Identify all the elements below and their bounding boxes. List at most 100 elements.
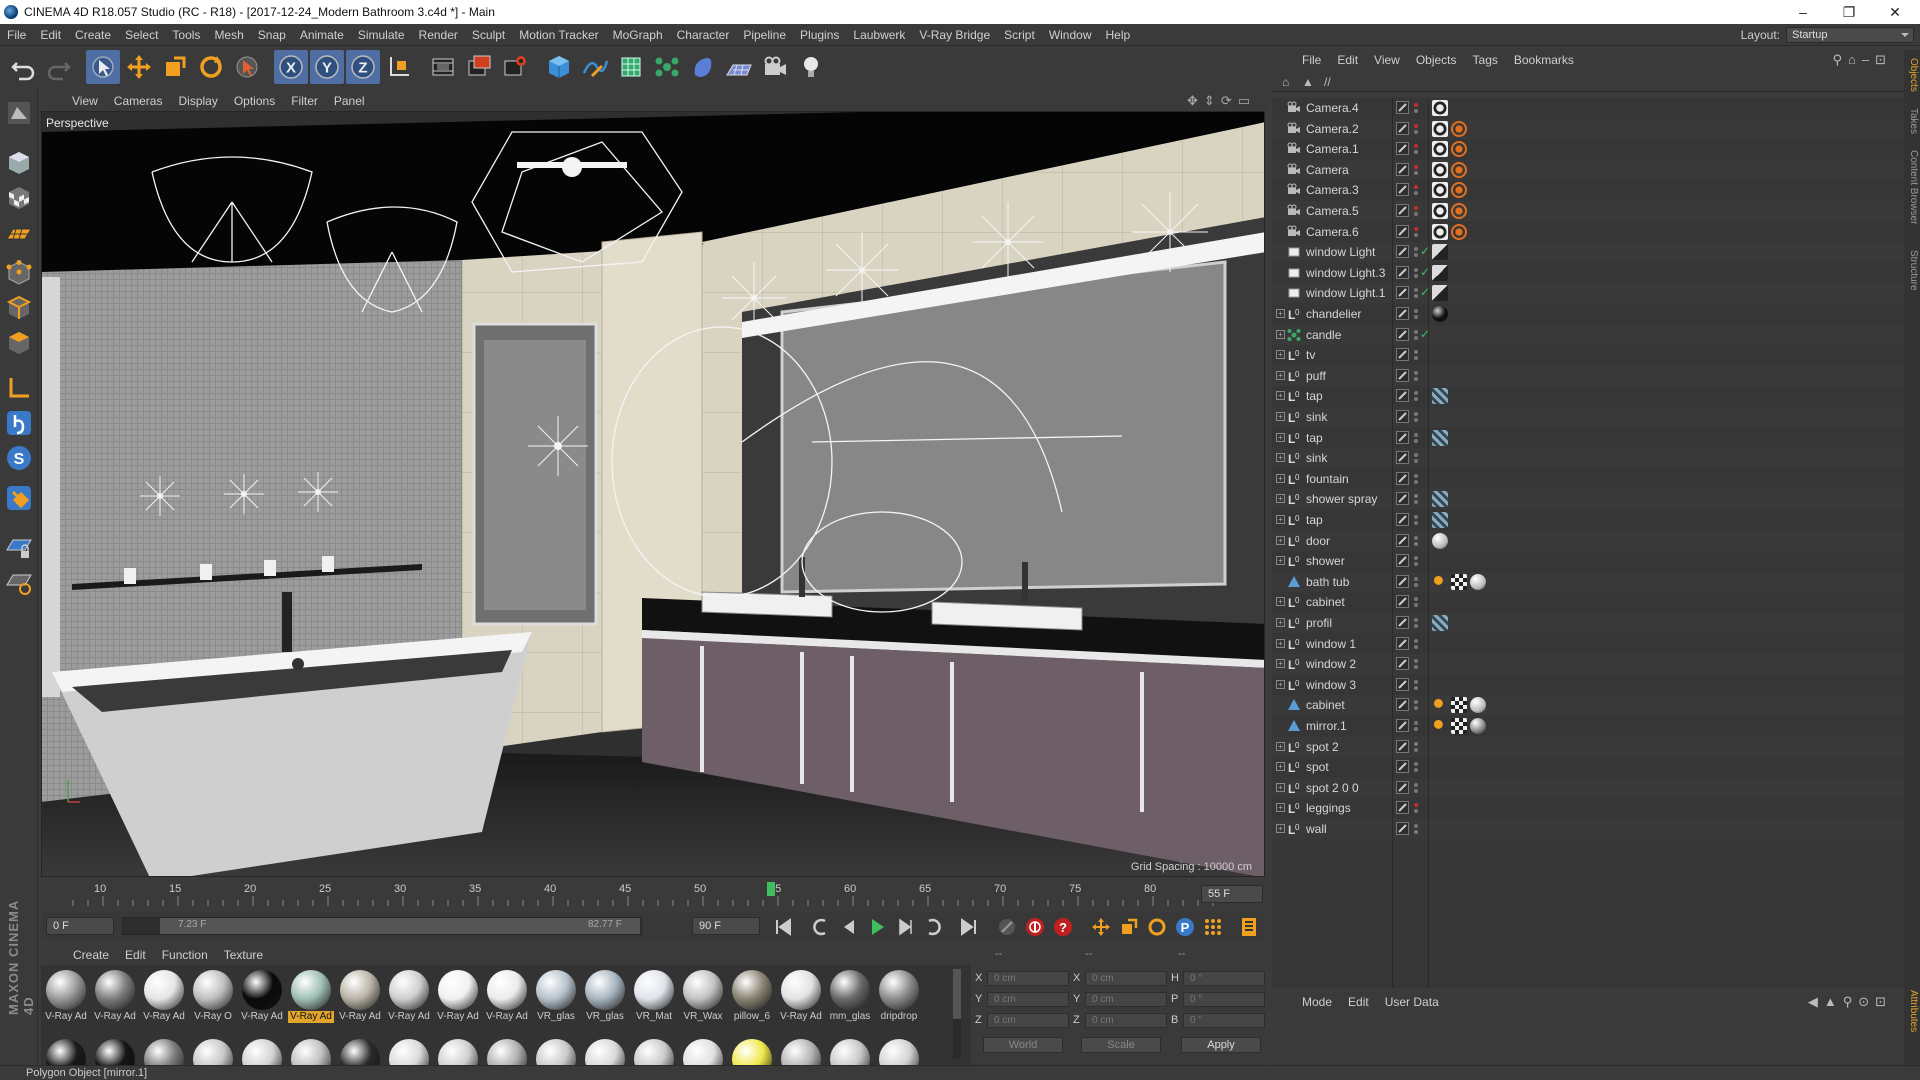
object-name[interactable]: fountain: [1306, 472, 1349, 486]
edit-object-icon[interactable]: [1396, 204, 1409, 217]
material-swatch[interactable]: mm_glas: [827, 968, 873, 1024]
start-frame-field[interactable]: 0 F: [46, 917, 114, 935]
position-y-field[interactable]: 0 cm: [987, 992, 1069, 1007]
phong-tag-icon[interactable]: [1432, 697, 1448, 714]
edit-object-icon[interactable]: [1396, 595, 1409, 609]
texture-tag-icon[interactable]: [1432, 388, 1448, 405]
viewport-menu-filter[interactable]: Filter: [283, 94, 326, 108]
object-name[interactable]: sink: [1306, 410, 1327, 424]
menu-select[interactable]: Select: [118, 28, 165, 42]
material-menu-texture[interactable]: Texture: [216, 948, 271, 962]
texture-tag-icon[interactable]: [1432, 491, 1448, 508]
object-name[interactable]: Camera.5: [1306, 204, 1359, 218]
viewport-navigation-icons[interactable]: ✥⇕⟳▭: [1187, 93, 1256, 109]
expand-toggle-icon[interactable]: +: [1276, 453, 1285, 463]
material-swatch[interactable]: V-Ray Ad: [484, 968, 530, 1024]
visibility-dots-icon[interactable]: [1413, 411, 1419, 423]
expand-toggle-icon[interactable]: +: [1276, 824, 1285, 833]
expand-toggle-icon[interactable]: +: [1276, 638, 1285, 648]
material-swatch[interactable]: V-Ray Ad: [386, 968, 432, 1024]
previous-frame-icon[interactable]: [836, 914, 862, 940]
object-manager-header-icons[interactable]: ⚲⌂–⊡: [1833, 52, 1893, 68]
expand-toggle-icon[interactable]: +: [1276, 803, 1285, 813]
rotation-h-field[interactable]: 0 °: [1183, 971, 1265, 986]
menu-render[interactable]: Render: [412, 28, 465, 42]
edit-object-icon[interactable]: [1396, 513, 1409, 526]
object-name[interactable]: leggings: [1306, 801, 1351, 815]
material-swatch[interactable]: V-Ray Ad: [778, 968, 824, 1024]
polygons-mode-icon[interactable]: [3, 327, 35, 359]
material-swatch[interactable]: VR_Wax: [680, 968, 726, 1024]
visibility-dots-icon[interactable]: [1413, 184, 1419, 196]
object-row[interactable]: + L 0 leggings: [1272, 798, 1904, 818]
object-row[interactable]: window Light.3 ✓: [1272, 263, 1904, 283]
object-name[interactable]: chandelier: [1306, 307, 1361, 321]
material-white-tag-icon[interactable]: [1470, 697, 1486, 714]
object-name[interactable]: wall: [1306, 822, 1327, 836]
object-row[interactable]: + candle ✓: [1272, 324, 1904, 345]
position-x-field[interactable]: 0 cm: [987, 971, 1069, 986]
menu-mograph[interactable]: MoGraph: [606, 28, 670, 42]
material-swatch[interactable]: [386, 1037, 432, 1065]
object-row[interactable]: Camera.5: [1272, 201, 1904, 221]
material-swatch[interactable]: [533, 1037, 579, 1065]
cloner-icon[interactable]: [650, 50, 684, 84]
object-row[interactable]: + L 0 tap: [1272, 510, 1904, 530]
size-z-field[interactable]: 0 cm: [1085, 1013, 1167, 1028]
object-name[interactable]: tv: [1306, 348, 1315, 362]
object-row[interactable]: Camera.1: [1272, 139, 1904, 159]
object-row[interactable]: + L 0 spot: [1272, 757, 1904, 777]
object-name[interactable]: shower: [1306, 554, 1345, 568]
visibility-dots-icon[interactable]: [1413, 164, 1419, 176]
menu-create[interactable]: Create: [68, 28, 118, 42]
material-swatch[interactable]: [43, 1037, 89, 1065]
object-name[interactable]: window Light.3: [1306, 266, 1385, 280]
edit-object-icon[interactable]: [1396, 616, 1409, 629]
visibility-dots-icon[interactable]: [1413, 267, 1419, 279]
object-row[interactable]: window Light.1 ✓: [1272, 283, 1904, 304]
apply-button[interactable]: Apply: [1181, 1037, 1261, 1053]
menu-animate[interactable]: Animate: [293, 28, 351, 42]
render-view-icon[interactable]: [426, 50, 460, 84]
material-swatch[interactable]: [582, 1037, 628, 1065]
material-swatch[interactable]: V-Ray O: [190, 968, 236, 1024]
object-name[interactable]: window Light.1: [1306, 286, 1385, 300]
protect-tag-icon[interactable]: [1451, 203, 1467, 219]
attribute-nav-icons[interactable]: ◀▲⚲⊙⊡: [1808, 994, 1892, 1010]
objects-menu-file[interactable]: File: [1294, 53, 1329, 67]
objects-menu-tags[interactable]: Tags: [1465, 53, 1506, 67]
edit-object-icon[interactable]: [1396, 801, 1409, 815]
camera-tag-icon[interactable]: [1432, 120, 1448, 137]
restore-button[interactable]: ❐: [1826, 0, 1872, 24]
expand-toggle-icon[interactable]: +: [1276, 494, 1285, 504]
enable-snap-icon[interactable]: [3, 482, 35, 514]
key-parameter-icon[interactable]: P: [1172, 914, 1198, 940]
edit-object-icon[interactable]: [1396, 348, 1409, 362]
edit-object-icon[interactable]: [1396, 780, 1409, 794]
material-swatch[interactable]: [680, 1037, 726, 1065]
key-point-level-icon[interactable]: [1200, 914, 1226, 940]
edit-object-icon[interactable]: [1396, 183, 1409, 197]
visibility-dots-icon[interactable]: [1413, 576, 1419, 588]
workplane-mode-icon[interactable]: [3, 217, 35, 249]
edit-object-icon[interactable]: [1396, 368, 1409, 382]
visibility-dots-icon[interactable]: [1413, 390, 1419, 402]
points-mode-icon[interactable]: [3, 257, 35, 289]
objects-menu-bookmarks[interactable]: Bookmarks: [1506, 53, 1582, 67]
expand-toggle-icon[interactable]: +: [1276, 782, 1285, 792]
visibility-dots-icon[interactable]: [1413, 596, 1419, 608]
visibility-dots-icon[interactable]: [1413, 432, 1419, 444]
expand-toggle-icon[interactable]: +: [1276, 618, 1285, 627]
visibility-dots-icon[interactable]: [1413, 514, 1419, 526]
render-picture-viewer-icon[interactable]: [462, 50, 496, 84]
expand-toggle-icon[interactable]: +: [1276, 329, 1285, 339]
object-name[interactable]: door: [1306, 534, 1330, 548]
visibility-dots-icon[interactable]: [1413, 555, 1419, 567]
menu-motion-tracker[interactable]: Motion Tracker: [512, 28, 605, 42]
visibility-dots-icon[interactable]: [1413, 452, 1419, 464]
object-name[interactable]: sink: [1306, 451, 1327, 465]
visibility-dots-icon[interactable]: [1413, 782, 1419, 794]
camera-icon[interactable]: [758, 50, 792, 84]
rotate-icon[interactable]: [194, 50, 228, 84]
object-row[interactable]: Camera.2: [1272, 118, 1904, 139]
